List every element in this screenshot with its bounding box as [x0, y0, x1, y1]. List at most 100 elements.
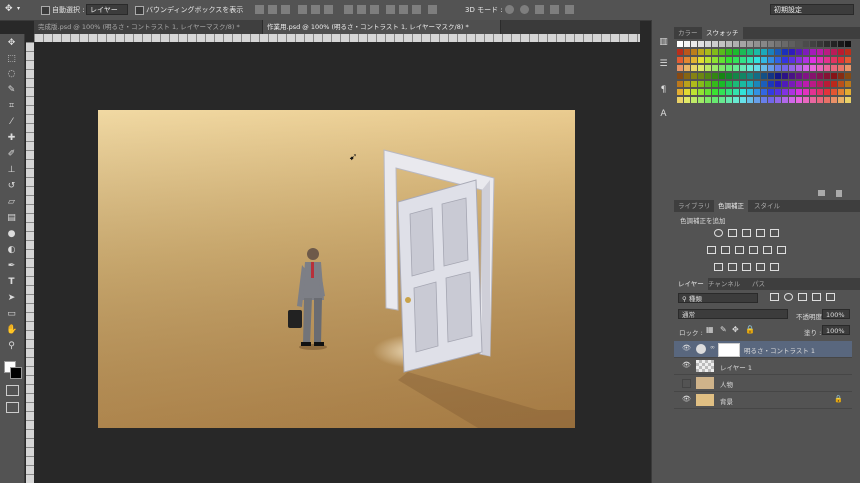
- color-swatch[interactable]: [726, 57, 732, 63]
- bounding-box-checkbox[interactable]: [135, 6, 144, 15]
- marquee-tool-icon[interactable]: ⬚: [6, 54, 17, 65]
- lock-transparent-icon[interactable]: ▦: [706, 325, 714, 334]
- align-hcenter-icon[interactable]: [311, 5, 320, 14]
- color-swatch[interactable]: [789, 97, 795, 103]
- color-swatch[interactable]: [803, 97, 809, 103]
- color-swatch[interactable]: [796, 57, 802, 63]
- color-swatch[interactable]: [684, 65, 690, 71]
- opacity-field[interactable]: 100%: [822, 309, 850, 319]
- healing-brush-icon[interactable]: ✚: [6, 133, 17, 144]
- tab-styles[interactable]: スタイル: [750, 200, 784, 212]
- color-swatch[interactable]: [775, 73, 781, 79]
- zoom-tool-icon[interactable]: ⚲: [6, 341, 17, 352]
- shape-tool-icon[interactable]: ▭: [6, 309, 17, 320]
- brightness-adjust-icon[interactable]: [714, 229, 723, 237]
- color-swatch[interactable]: [838, 89, 844, 95]
- color-swatch[interactable]: [831, 73, 837, 79]
- filter-pixel-icon[interactable]: [770, 293, 779, 301]
- color-swatch[interactable]: [789, 89, 795, 95]
- color-swatch[interactable]: [754, 81, 760, 87]
- color-swatch[interactable]: [677, 89, 683, 95]
- auto-align-icon[interactable]: [428, 5, 437, 14]
- color-swatch[interactable]: [803, 65, 809, 71]
- color-swatch[interactable]: [705, 57, 711, 63]
- color-swatch[interactable]: [810, 57, 816, 63]
- color-swatch[interactable]: [761, 97, 767, 103]
- dodge-tool-icon[interactable]: ◐: [6, 245, 17, 256]
- color-swatch[interactable]: [803, 81, 809, 87]
- color-swatch[interactable]: [810, 97, 816, 103]
- color-swatch[interactable]: [845, 89, 851, 95]
- color-swatch[interactable]: [838, 73, 844, 79]
- paragraph-panel-icon[interactable]: ¶: [658, 84, 669, 96]
- color-swatch[interactable]: [789, 49, 795, 55]
- layer-mask-thumb[interactable]: [718, 343, 740, 357]
- color-swatch[interactable]: [803, 41, 809, 47]
- history-brush-icon[interactable]: ↺: [6, 181, 17, 192]
- color-swatch[interactable]: [775, 89, 781, 95]
- color-swatch[interactable]: [789, 81, 795, 87]
- hand-tool-icon[interactable]: ✋: [6, 325, 17, 336]
- slide-3d-icon[interactable]: [550, 5, 559, 14]
- color-swatch[interactable]: [768, 81, 774, 87]
- color-swatch[interactable]: [754, 89, 760, 95]
- align-vcenter-icon[interactable]: [268, 5, 277, 14]
- path-select-icon[interactable]: ➤: [6, 293, 17, 304]
- color-swatch[interactable]: [719, 49, 725, 55]
- color-swatch[interactable]: [845, 65, 851, 71]
- color-swatch[interactable]: [691, 89, 697, 95]
- visibility-eye-icon[interactable]: 👁: [682, 345, 691, 352]
- tab-libraries[interactable]: ライブラリ: [674, 200, 715, 212]
- blur-tool-icon[interactable]: ●: [6, 229, 17, 240]
- color-swatch[interactable]: [831, 97, 837, 103]
- lock-all-icon[interactable]: 🔒: [745, 325, 755, 334]
- color-swatch[interactable]: [733, 41, 739, 47]
- color-swatch[interactable]: [782, 49, 788, 55]
- color-swatch[interactable]: [733, 49, 739, 55]
- color-swatch[interactable]: [789, 41, 795, 47]
- workspace-dropdown[interactable]: 初期設定: [770, 4, 854, 15]
- color-swatch[interactable]: [782, 89, 788, 95]
- properties-panel-icon[interactable]: ☰: [658, 58, 669, 70]
- distribute-bottom-icon[interactable]: [370, 5, 379, 14]
- color-swatch[interactable]: [761, 65, 767, 71]
- color-swatch[interactable]: [691, 73, 697, 79]
- color-swatch[interactable]: [677, 49, 683, 55]
- vibrance-adjust-icon[interactable]: [770, 229, 779, 237]
- eraser-tool-icon[interactable]: ▱: [6, 197, 17, 208]
- color-swatch[interactable]: [810, 41, 816, 47]
- color-swatch[interactable]: [740, 81, 746, 87]
- tab-finished-document[interactable]: 完成版.psd @ 100% (明るさ・コントラスト 1, レイヤーマスク/8)…: [34, 20, 263, 34]
- layer-row-brightness-contrast[interactable]: 👁 ∞ 明るさ・コントラスト 1: [674, 341, 852, 358]
- tab-adjustments[interactable]: 色調補正: [714, 200, 748, 212]
- color-swatch[interactable]: [719, 57, 725, 63]
- color-swatch[interactable]: [803, 49, 809, 55]
- layer-filter-dropdown[interactable]: ⚲ 種類: [678, 293, 758, 303]
- quick-mask-icon[interactable]: [6, 385, 19, 396]
- color-swatch[interactable]: [838, 57, 844, 63]
- color-swatch[interactable]: [782, 41, 788, 47]
- color-swatch[interactable]: [817, 57, 823, 63]
- color-swatch[interactable]: [698, 41, 704, 47]
- color-swatch[interactable]: [796, 89, 802, 95]
- color-swatch[interactable]: [824, 81, 830, 87]
- color-swatch[interactable]: [719, 73, 725, 79]
- color-swatch[interactable]: [740, 57, 746, 63]
- color-swatch[interactable]: [838, 97, 844, 103]
- color-swatch[interactable]: [845, 81, 851, 87]
- color-swatch[interactable]: [775, 65, 781, 71]
- distribute-vcenter-icon[interactable]: [357, 5, 366, 14]
- color-swatch[interactable]: [782, 65, 788, 71]
- tab-layers[interactable]: レイヤー: [674, 278, 708, 290]
- color-swatch[interactable]: [817, 41, 823, 47]
- levels-adjust-icon[interactable]: [728, 229, 737, 237]
- color-swatch[interactable]: [733, 73, 739, 79]
- color-swatch[interactable]: [831, 57, 837, 63]
- color-swatch[interactable]: [831, 65, 837, 71]
- color-swatch[interactable]: [789, 73, 795, 79]
- color-swatch[interactable]: [754, 49, 760, 55]
- color-swatch[interactable]: [831, 49, 837, 55]
- color-swatch[interactable]: [726, 73, 732, 79]
- layer-row-layer1[interactable]: 👁 レイヤー 1: [674, 358, 852, 375]
- scale-3d-icon[interactable]: [565, 5, 574, 14]
